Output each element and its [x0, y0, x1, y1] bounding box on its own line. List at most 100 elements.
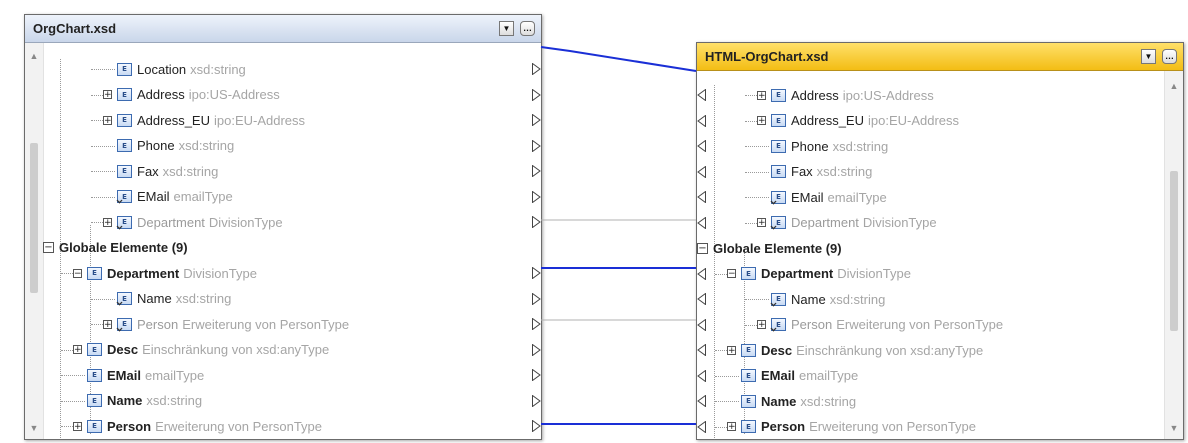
output-connector-icon[interactable]: [532, 343, 541, 356]
element-icon: E: [741, 420, 756, 433]
output-connector-icon[interactable]: [532, 292, 541, 305]
element-icon: E: [771, 114, 786, 127]
scrollbar-thumb[interactable]: [1170, 171, 1178, 331]
source-header[interactable]: OrgChart.xsd ▼ …: [25, 15, 541, 43]
expand-icon[interactable]: +: [757, 218, 766, 228]
collapse-icon[interactable]: −: [43, 242, 54, 253]
tree-row[interactable]: + E Desc Einschränkung von xsd:anyType: [727, 340, 983, 360]
chevron-down-icon[interactable]: ▼: [499, 21, 514, 36]
input-connector-icon[interactable]: [697, 140, 706, 152]
input-connector-icon[interactable]: [697, 216, 706, 229]
chevron-down-icon[interactable]: ▼: [1141, 49, 1156, 64]
tree-row[interactable]: + E Address_EU ipo:EU-Address: [757, 111, 959, 131]
output-connector-icon[interactable]: [532, 139, 541, 152]
output-connector-icon[interactable]: [532, 190, 541, 203]
expand-icon[interactable]: +: [103, 115, 112, 125]
tree-row[interactable]: − Globale Elemente (9): [43, 238, 188, 258]
tree-row[interactable]: − E Department DivisionType: [73, 263, 257, 283]
tree-row[interactable]: + E Department DivisionType: [757, 213, 937, 233]
target-header[interactable]: HTML-OrgChart.xsd ▼ …: [697, 43, 1183, 71]
input-connector-icon[interactable]: [697, 395, 706, 407]
scroll-down-icon[interactable]: ▼: [25, 423, 43, 433]
input-connector-icon[interactable]: [697, 165, 706, 178]
output-connector-icon[interactable]: [532, 394, 541, 407]
tree-row[interactable]: E EMail emailType: [117, 187, 233, 207]
input-connector-icon[interactable]: [697, 191, 706, 203]
tree-row[interactable]: E Phone xsd:string: [771, 136, 888, 156]
input-connector-icon[interactable]: [697, 369, 706, 382]
tree-row[interactable]: E Name xsd:string: [87, 391, 202, 411]
expand-icon[interactable]: +: [727, 422, 736, 432]
tree-row[interactable]: E Fax xsd:string: [771, 162, 872, 182]
element-icon: E: [117, 88, 132, 101]
input-connector-icon[interactable]: [697, 267, 706, 280]
expand-icon[interactable]: +: [727, 345, 736, 355]
target-scrollbar[interactable]: ▲ ▼: [1164, 71, 1183, 439]
element-icon: E: [87, 343, 102, 356]
input-connector-icon[interactable]: [697, 318, 706, 331]
node-type: xsd:string: [800, 393, 857, 409]
output-connector-icon[interactable]: [532, 318, 541, 330]
tree-row[interactable]: + E Address ipo:US-Address: [103, 85, 280, 105]
connection-header[interactable]: [540, 46, 697, 72]
tree-row[interactable]: + E Person Erweiterung von PersonType: [727, 417, 976, 437]
output-connector-icon[interactable]: [532, 88, 541, 101]
source-scrollbar[interactable]: ▲ ▼: [25, 43, 44, 439]
tree-row[interactable]: E EMail emailType: [771, 187, 887, 207]
tree-row[interactable]: E EMail emailType: [741, 366, 858, 386]
expand-icon[interactable]: +: [757, 116, 766, 126]
tree-row[interactable]: + E Department DivisionType: [103, 212, 283, 232]
tree-row[interactable]: E Fax xsd:string: [117, 161, 218, 181]
expand-icon[interactable]: +: [103, 217, 112, 227]
input-connector-icon[interactable]: [697, 344, 706, 356]
tree-row[interactable]: E Name xsd:string: [741, 391, 856, 411]
output-connector-icon[interactable]: [532, 63, 541, 75]
tree-row[interactable]: + E Address_EU ipo:EU-Address: [103, 110, 305, 130]
input-connector-icon[interactable]: [697, 420, 706, 433]
output-connector-icon[interactable]: [532, 267, 541, 279]
input-connector-icon[interactable]: [697, 114, 706, 127]
tree-row[interactable]: E Name xsd:string: [117, 289, 231, 309]
tree-row[interactable]: + E Desc Einschränkung von xsd:anyType: [73, 340, 329, 360]
collapse-icon[interactable]: −: [73, 268, 82, 278]
ellipsis-icon[interactable]: …: [520, 21, 535, 36]
collapse-icon[interactable]: −: [697, 242, 708, 254]
tree-connector: [715, 401, 739, 402]
tree-row[interactable]: E Location xsd:string: [117, 59, 246, 79]
scroll-up-icon[interactable]: ▲: [1165, 81, 1183, 91]
output-connector-icon[interactable]: [532, 114, 541, 126]
tree-row[interactable]: E Phone xsd:string: [117, 136, 234, 156]
output-connector-icon[interactable]: [532, 216, 541, 228]
tree-guide-line: [714, 85, 715, 439]
tree-row[interactable]: E Name xsd:string: [771, 289, 885, 309]
expand-icon[interactable]: +: [73, 345, 82, 355]
ellipsis-icon[interactable]: …: [1162, 49, 1177, 64]
expand-icon[interactable]: +: [73, 421, 82, 431]
scroll-up-icon[interactable]: ▲: [25, 51, 43, 61]
tree-connector: [91, 145, 115, 147]
collapse-icon[interactable]: −: [727, 269, 736, 279]
scroll-down-icon[interactable]: ▼: [1165, 423, 1183, 433]
tree-row[interactable]: + E Address ipo:US-Address: [757, 85, 934, 105]
input-connector-icon[interactable]: [697, 89, 706, 101]
node-type: Erweiterung von PersonType: [155, 418, 323, 434]
node-name: Name: [791, 291, 826, 307]
expand-icon[interactable]: +: [103, 319, 112, 329]
tree-row[interactable]: + E Person Erweiterung von PersonType: [757, 315, 1003, 335]
expand-icon[interactable]: +: [757, 320, 766, 330]
tree-row[interactable]: − E Department DivisionType: [727, 264, 911, 284]
node-name: Address_EU: [137, 112, 210, 128]
output-connector-icon[interactable]: [532, 165, 541, 177]
output-connector-icon[interactable]: [532, 369, 541, 381]
output-connector-icon[interactable]: [532, 420, 541, 432]
tree-row[interactable]: − Globale Elemente (9): [697, 238, 842, 258]
node-name: EMail: [137, 189, 170, 204]
input-connector-icon[interactable]: [697, 293, 706, 305]
scrollbar-thumb[interactable]: [30, 143, 38, 293]
expand-icon[interactable]: +: [757, 90, 766, 100]
tree-row[interactable]: E EMail emailType: [87, 365, 204, 385]
expand-icon[interactable]: +: [103, 90, 112, 100]
node-name: EMail: [107, 367, 141, 383]
tree-row[interactable]: + E Person Erweiterung von PersonType: [103, 314, 349, 334]
tree-row[interactable]: + E Person Erweiterung von PersonType: [73, 416, 322, 436]
